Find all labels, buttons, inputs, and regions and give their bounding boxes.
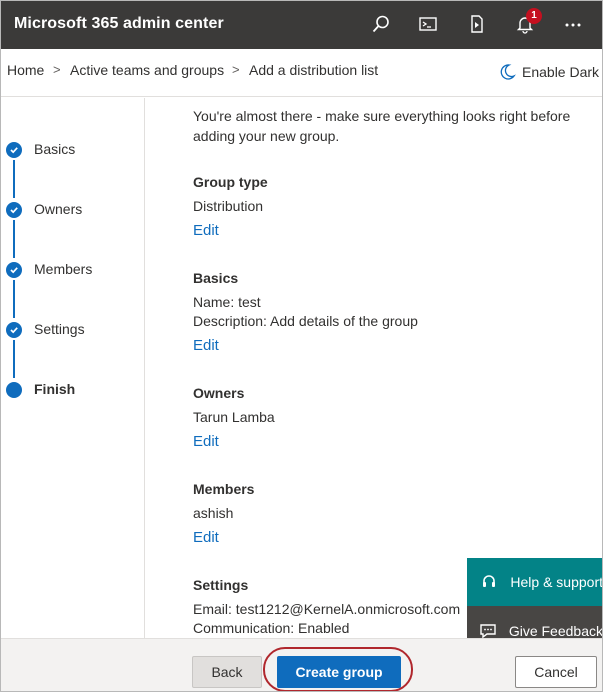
members-value: ashish xyxy=(193,505,234,521)
give-feedback-label: Give Feedback xyxy=(508,623,603,639)
checkmark-icon xyxy=(6,142,22,158)
notification-count-badge: 1 xyxy=(526,8,542,24)
help-and-support-button[interactable]: Help & support xyxy=(467,558,603,606)
checkmark-icon xyxy=(6,262,22,278)
help-and-support-label: Help & support xyxy=(510,574,603,590)
step-connector xyxy=(13,220,15,258)
create-group-button[interactable]: Create group xyxy=(277,656,401,688)
more-options-icon[interactable] xyxy=(561,12,585,36)
step-label: Finish xyxy=(34,381,76,397)
edit-owners-link[interactable]: Edit xyxy=(193,433,219,450)
headset-icon xyxy=(467,573,510,591)
top-bar: Microsoft 365 admin center 1 xyxy=(0,0,603,49)
checkmark-icon xyxy=(6,202,22,218)
step-label: Owners xyxy=(34,201,83,217)
breadcrumb-separator: > xyxy=(232,62,240,77)
breadcrumb: Home > Active teams and groups > Add a d… xyxy=(0,49,603,97)
section-title-owners: Owners xyxy=(193,385,245,401)
breadcrumb-home[interactable]: Home xyxy=(7,62,44,78)
step-settings[interactable]: Settings xyxy=(6,319,85,341)
step-members[interactable]: Members xyxy=(6,259,92,281)
app-title[interactable]: Microsoft 365 admin center xyxy=(14,15,224,33)
edit-basics-link[interactable]: Edit xyxy=(193,337,219,354)
section-title-basics: Basics xyxy=(193,270,239,286)
breadcrumb-current-page: Add a distribution list xyxy=(249,62,379,78)
step-connector xyxy=(13,280,15,318)
step-label: Members xyxy=(34,261,93,277)
current-step-dot-icon xyxy=(6,382,22,398)
edit-members-link[interactable]: Edit xyxy=(193,529,219,546)
step-connector xyxy=(13,160,15,198)
breadcrumb-active-teams[interactable]: Active teams and groups xyxy=(70,62,224,78)
back-button[interactable]: Back xyxy=(192,656,262,688)
breadcrumb-separator: > xyxy=(53,62,61,77)
enable-dark-label: Enable Dark xyxy=(522,64,600,80)
mobile-app-icon[interactable] xyxy=(465,12,489,36)
cancel-button[interactable]: Cancel xyxy=(515,656,597,688)
step-finish[interactable]: Finish xyxy=(6,379,75,401)
group-type-value: Distribution xyxy=(193,198,264,214)
wizard-steps: Basics Owners Members Settings Finish xyxy=(0,98,145,638)
checkmark-icon xyxy=(6,322,22,338)
step-owners[interactable]: Owners xyxy=(6,199,82,221)
terminal-icon[interactable] xyxy=(416,12,440,36)
settings-email-value: Email: test1212@KernelA.onmicrosoft.com xyxy=(193,601,461,617)
owners-value: Tarun Lamba xyxy=(193,409,275,425)
step-connector xyxy=(13,340,15,378)
enable-dark-mode-toggle[interactable]: Enable Dark xyxy=(498,63,599,81)
settings-communication-value: Communication: Enabled xyxy=(193,620,350,636)
section-title-members: Members xyxy=(193,481,255,497)
basics-name-value: Name: test xyxy=(193,294,261,310)
wizard-footer: Back Create group Cancel xyxy=(0,638,603,692)
section-title-settings: Settings xyxy=(193,577,249,593)
moon-icon xyxy=(500,64,516,80)
step-label: Basics xyxy=(34,141,76,157)
edit-group-type-link[interactable]: Edit xyxy=(193,222,219,239)
search-icon[interactable] xyxy=(369,12,393,36)
step-label: Settings xyxy=(34,321,85,337)
section-title-group-type: Group type xyxy=(193,174,268,190)
step-basics[interactable]: Basics xyxy=(6,139,75,161)
basics-description-value: Description: Add details of the group xyxy=(193,313,418,329)
review-intro-text: You're almost there - make sure everythi… xyxy=(193,108,571,144)
